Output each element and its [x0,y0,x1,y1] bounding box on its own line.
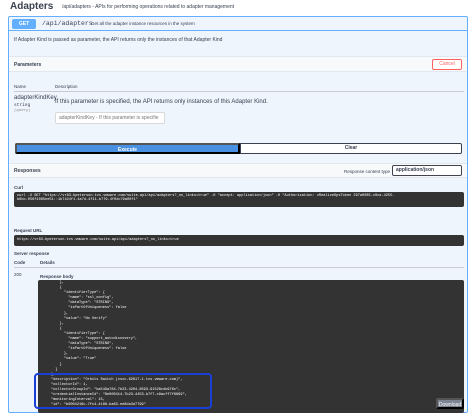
response-body-label: Response body [40,274,74,279]
parameters-heading: Parameters [14,62,42,68]
cancel-button[interactable]: Cancel [432,59,462,70]
param-name: adapterKindKey [14,95,57,101]
response-code: 200 [14,272,22,277]
param-type: string [14,103,31,108]
section-subtitle: /api/adapters - APIs for performing oper… [62,4,235,10]
response-content-type-select[interactable]: application/json [392,165,462,176]
operation-summary[interactable]: GET /api/adapters Get all the adapter in… [9,17,467,31]
response-content-type-label: Response content type [344,169,391,174]
request-url: https://vr83-bpeterson.tvs.vmware.com/su… [14,235,464,246]
request-url-label: Request URL [14,228,43,233]
divider [14,91,464,92]
server-response-label: Server response [14,251,50,256]
download-button[interactable]: Download [436,398,464,409]
param-location: (query) [14,109,31,113]
code-column-header: Code [14,260,26,265]
execute-button[interactable]: Execute [15,143,240,154]
curl-label: Curl [14,185,23,190]
operation-summary-text: Get all the adapter instance resources i… [91,21,195,26]
section-title: Adapters [10,1,54,12]
operation-path: /api/adapters [42,20,93,27]
divider [14,267,464,268]
curl-command: curl -X GET "https://vr83-bpeterson.tvs.… [14,192,464,207]
operation-description: If Adapter Kind is passed as parameter, … [14,37,223,43]
column-header-name: Name [14,84,27,89]
parameters-header: Parameters [9,56,467,72]
param-description: If this parameter is specified, the API … [55,99,268,105]
responses-heading: Responses [14,168,41,174]
method-badge: GET [12,19,36,29]
curl-line: b6bc-056f1085ee51::1b7424f1-4a7d-4f11-b7… [17,198,138,203]
clear-button[interactable]: Clear [240,143,462,154]
highlight-annotation-box [34,373,212,409]
section-header[interactable]: Adapters /api/adapters - APIs for perfor… [0,0,474,16]
column-header-description: Description [55,84,78,89]
adapter-kind-key-input[interactable] [55,112,165,124]
details-column-header: Details [40,260,55,265]
